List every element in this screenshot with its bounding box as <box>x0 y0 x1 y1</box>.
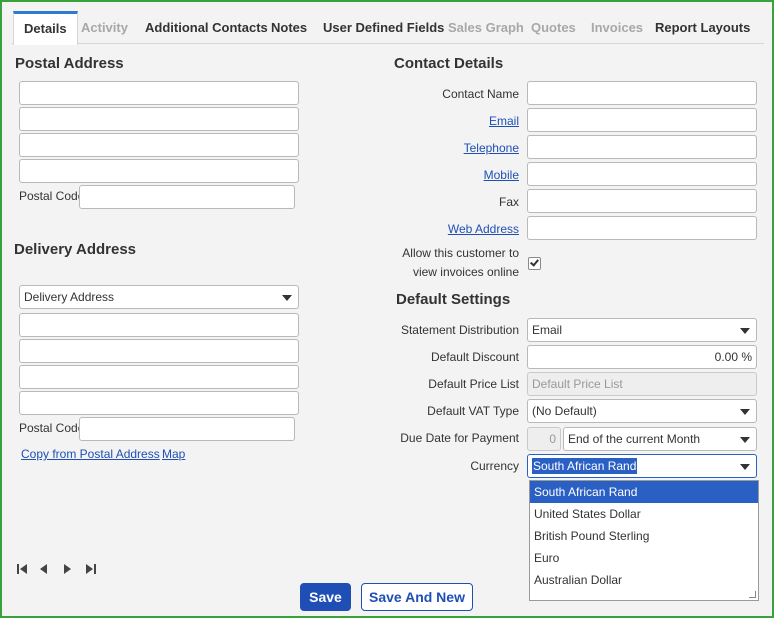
tab-activity[interactable]: Activity <box>81 11 128 44</box>
currency-option[interactable]: British Pound Sterling <box>530 525 758 547</box>
allow-online-label-line-1: Allow this customer to <box>402 246 519 260</box>
postal-address-line-1[interactable] <box>19 81 299 105</box>
save-and-new-button[interactable]: Save And New <box>361 583 473 611</box>
delivery-address-select-value: Delivery Address <box>24 290 115 304</box>
tab-quotes[interactable]: Quotes <box>531 11 576 44</box>
mobile-input[interactable] <box>527 162 757 186</box>
default-discount-value: 0.00 % <box>714 350 752 364</box>
delivery-address-select[interactable]: Delivery Address <box>19 285 299 309</box>
delivery-address-line-3[interactable] <box>19 365 299 389</box>
map-link[interactable]: Map <box>162 447 185 461</box>
default-price-list-placeholder: Default Price List <box>532 377 623 391</box>
tab-user-defined-fields[interactable]: User Defined Fields <box>323 11 444 44</box>
tab-notes[interactable]: Notes <box>271 11 307 44</box>
web-address-label[interactable]: Web Address <box>382 222 519 236</box>
allow-online-checkbox[interactable] <box>528 257 541 270</box>
currency-option[interactable]: South African Rand <box>530 481 758 503</box>
tab-additional-contacts[interactable]: Additional Contacts <box>145 11 268 44</box>
fax-input[interactable] <box>527 189 757 213</box>
currency-dropdown-list: South African Rand United States Dollar … <box>529 480 759 601</box>
currency-option[interactable]: Australian Dollar <box>530 569 758 591</box>
chevron-down-icon <box>740 464 750 470</box>
default-price-list-input: Default Price List <box>527 372 757 396</box>
delivery-address-line-2[interactable] <box>19 339 299 363</box>
statement-distribution-label: Statement Distribution <box>400 323 519 337</box>
first-page-icon[interactable] <box>15 562 29 576</box>
delivery-postal-code-input[interactable] <box>79 417 295 441</box>
delivery-address-line-1[interactable] <box>19 313 299 337</box>
contact-name-label: Contact Name <box>442 87 519 101</box>
default-price-list-label: Default Price List <box>428 377 519 391</box>
statement-distribution-value: Email <box>532 323 563 337</box>
currency-option[interactable]: Euro <box>530 547 758 569</box>
fax-label: Fax <box>498 195 519 209</box>
default-discount-input[interactable]: 0.00 % <box>527 345 757 369</box>
default-settings-title: Default Settings <box>396 291 511 308</box>
default-vat-type-select[interactable]: (No Default) <box>527 399 757 423</box>
postal-address-title: Postal Address <box>15 55 124 72</box>
currency-label: Currency <box>470 459 519 473</box>
web-address-input[interactable] <box>527 216 757 240</box>
due-days-value: 0 <box>549 432 556 446</box>
contact-details-title: Contact Details <box>394 55 504 72</box>
default-vat-type-label: Default VAT Type <box>427 404 519 418</box>
email-input[interactable] <box>527 108 757 132</box>
next-page-icon[interactable] <box>60 562 74 576</box>
currency-select[interactable]: South African Rand <box>527 454 757 478</box>
telephone-label[interactable]: Telephone <box>382 141 519 155</box>
tab-report-layouts[interactable]: Report Layouts <box>655 11 750 44</box>
tab-details[interactable]: Details <box>13 11 78 45</box>
statement-distribution-select[interactable]: Email <box>527 318 757 342</box>
chevron-down-icon <box>740 437 750 443</box>
tab-invoices[interactable]: Invoices <box>591 11 643 44</box>
delivery-postal-code-label: Postal Code <box>19 421 85 435</box>
last-page-icon[interactable] <box>84 562 98 576</box>
postal-code-label: Postal Code <box>19 189 85 203</box>
due-date-value: End of the current Month <box>568 432 701 446</box>
resize-grip-icon[interactable] <box>749 591 756 598</box>
default-discount-label: Default Discount <box>430 350 519 364</box>
copy-from-postal-link[interactable]: Copy from Postal Address <box>21 447 160 461</box>
currency-option[interactable]: United States Dollar <box>530 503 758 525</box>
contact-name-input[interactable] <box>527 81 757 105</box>
currency-value: South African Rand <box>532 458 638 474</box>
due-date-label: Due Date for Payment <box>400 431 519 445</box>
email-label[interactable]: Email <box>382 114 519 128</box>
postal-address-line-3[interactable] <box>19 133 299 157</box>
due-days-input[interactable]: 0 <box>527 427 561 451</box>
postal-code-input[interactable] <box>79 185 295 209</box>
delivery-address-title: Delivery Address <box>14 241 137 258</box>
chevron-down-icon <box>740 328 750 334</box>
customer-details-window: Details Activity Additional Contacts Not… <box>0 0 774 618</box>
postal-address-line-2[interactable] <box>19 107 299 131</box>
tab-sales-graph[interactable]: Sales Graph <box>448 11 524 44</box>
delivery-address-line-4[interactable] <box>19 391 299 415</box>
save-button[interactable]: Save <box>300 583 351 611</box>
allow-online-label-line-2: view invoices online <box>412 265 519 279</box>
telephone-input[interactable] <box>527 135 757 159</box>
mobile-label[interactable]: Mobile <box>382 168 519 182</box>
postal-address-line-4[interactable] <box>19 159 299 183</box>
due-date-select[interactable]: End of the current Month <box>563 427 757 451</box>
check-icon <box>530 257 539 267</box>
chevron-down-icon <box>282 295 292 301</box>
chevron-down-icon <box>740 409 750 415</box>
default-vat-type-value: (No Default) <box>532 404 597 418</box>
tab-bar: Details Activity Additional Contacts Not… <box>12 11 764 45</box>
previous-page-icon[interactable] <box>37 562 51 576</box>
